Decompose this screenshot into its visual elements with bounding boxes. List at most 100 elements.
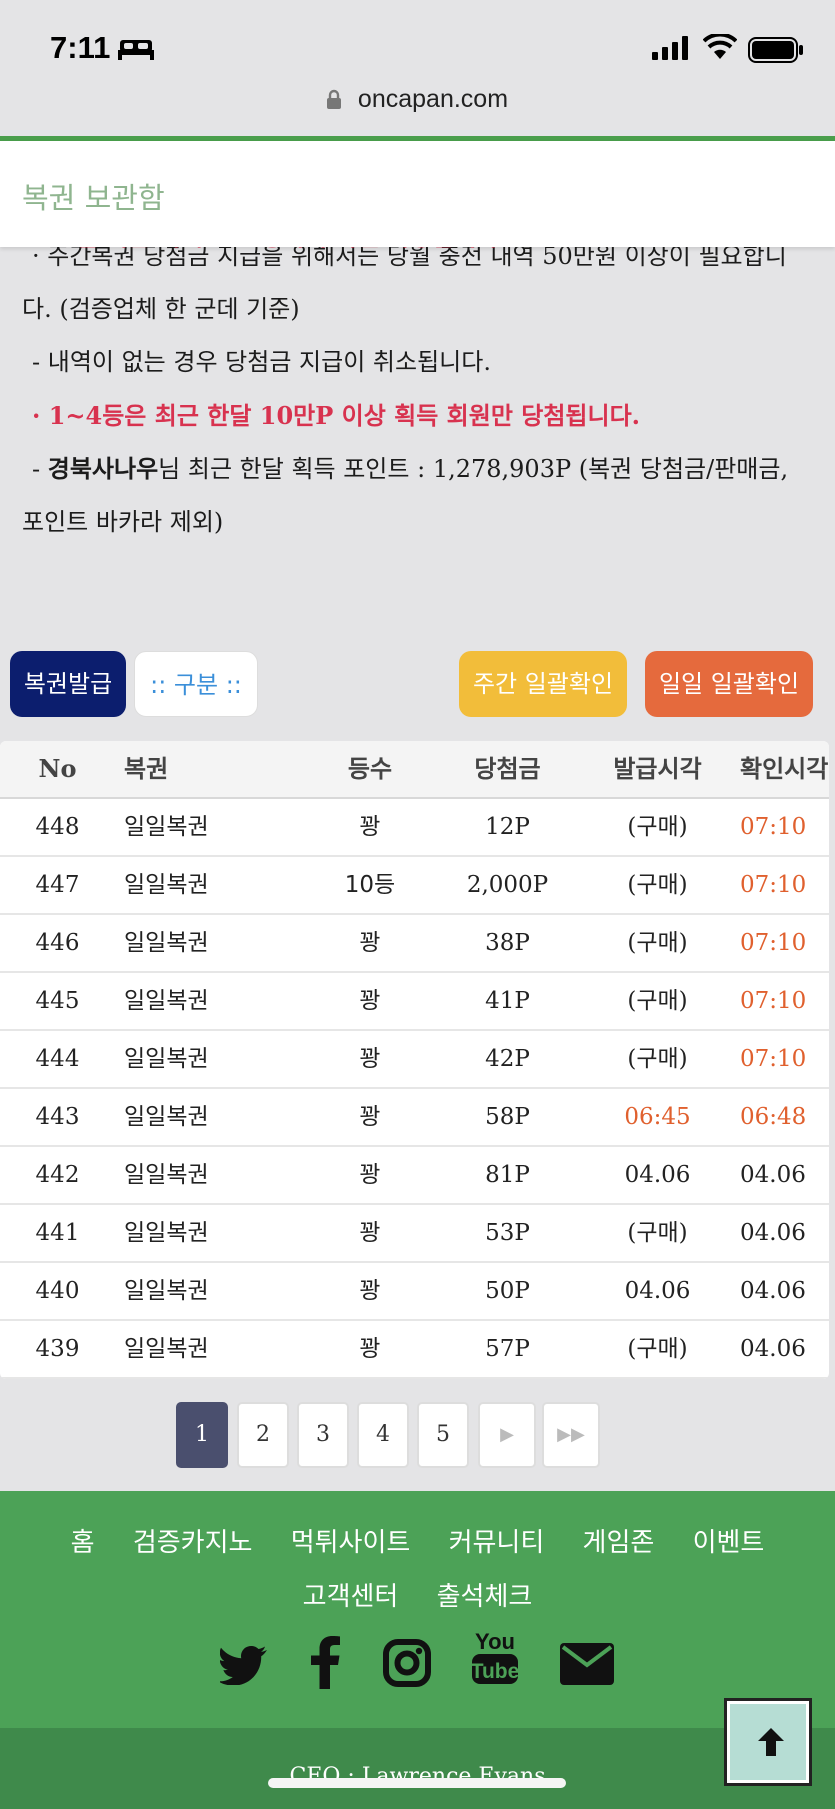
table-row[interactable]: 439 일일복권 꽝 57P (구매) 04.06 <box>0 1321 829 1379</box>
table-row[interactable]: 446 일일복권 꽝 38P (구매) 07:10 <box>0 915 829 973</box>
facebook-icon[interactable] <box>310 1635 340 1689</box>
page-2[interactable]: 2 <box>237 1402 289 1468</box>
signal-icon <box>652 36 688 60</box>
cell-checked: 04.06 <box>740 1162 806 1188</box>
cell-issued: (구매) <box>627 872 688 898</box>
scroll-to-top-button[interactable] <box>724 1698 812 1786</box>
cell-prize: 57P <box>485 1336 530 1362</box>
url-domain: oncapan.com <box>357 84 509 113</box>
cell-rank: 꽝 <box>359 1104 381 1130</box>
table-row[interactable]: 440 일일복권 꽝 50P 04.06 04.06 <box>0 1263 829 1321</box>
footer-link-community[interactable]: 커뮤니티 <box>449 1528 545 1558</box>
cell-issued: 04.06 <box>624 1162 691 1188</box>
cell-name: 일일복권 <box>124 1162 209 1188</box>
table-row[interactable]: 443 일일복권 꽝 58P 06:45 06:48 <box>0 1089 829 1147</box>
cell-name: 일일복권 <box>124 930 209 956</box>
page-3[interactable]: 3 <box>297 1402 349 1468</box>
cell-issued: (구매) <box>627 1220 688 1246</box>
cell-issued: (구매) <box>627 988 688 1014</box>
lottery-table: No 복권 등수 당첨금 발급시각 확인시각 448 일일복권 꽝 12P (구매) 07… <box>0 741 829 1379</box>
status-bar: 7:11 <box>0 0 835 90</box>
page-title: 복권 보관함 <box>22 181 165 215</box>
arrow-up-icon <box>758 1728 784 1756</box>
page-1[interactable]: 1 <box>176 1402 228 1468</box>
col-issued: 발급시각 <box>613 755 702 783</box>
category-select[interactable]: :: 구분 :: <box>134 651 258 717</box>
points-text: 님 최근 한달 획득 포인트 : 1,278,903P (복권 당첨금/판매금, <box>158 455 789 483</box>
notice-text: · 1일 기준 최대 100장까지 확인 가능합니다. · 주간복권 당첨금 지… <box>22 222 822 549</box>
cell-no: 448 <box>35 814 80 840</box>
col-name: 복권 <box>124 755 169 783</box>
cell-issued: (구매) <box>627 1336 688 1362</box>
cell-name: 일일복권 <box>124 1104 209 1130</box>
last-page-button[interactable]: ▶▶ <box>542 1402 600 1468</box>
svg-text:You: You <box>475 1629 515 1654</box>
table-row[interactable]: 445 일일복권 꽝 41P (구매) 07:10 <box>0 973 829 1031</box>
notice-line: 포인트 바카라 제외) <box>22 508 224 536</box>
cell-rank: 꽝 <box>359 814 381 840</box>
cell-issued: 04.06 <box>624 1278 691 1304</box>
bed-icon <box>118 40 154 60</box>
cell-rank: 꽝 <box>359 1220 381 1246</box>
cell-prize: 42P <box>485 1046 530 1072</box>
youtube-icon[interactable]: You Tube <box>472 1627 518 1687</box>
cell-issued: (구매) <box>627 930 688 956</box>
footer-link-events[interactable]: 이벤트 <box>693 1528 765 1558</box>
cell-prize: 81P <box>485 1162 530 1188</box>
footer-link-home[interactable]: 홈 <box>71 1528 95 1558</box>
cell-rank: 꽝 <box>359 1278 381 1304</box>
twitter-icon[interactable] <box>220 1645 268 1685</box>
table-row[interactable]: 444 일일복권 꽝 42P (구매) 07:10 <box>0 1031 829 1089</box>
cell-no: 440 <box>35 1278 80 1304</box>
username: 경북사나우 <box>47 454 159 483</box>
cell-rank: 10등 <box>344 872 396 898</box>
weekly-check-all-button[interactable]: 주간 일괄확인 <box>459 651 627 717</box>
lock-icon <box>326 90 341 110</box>
footer-link-game-zone[interactable]: 게임존 <box>583 1528 655 1558</box>
cell-checked: 07:10 <box>740 872 807 898</box>
footer-link-scam-sites[interactable]: 먹튀사이트 <box>291 1528 411 1558</box>
footer-bottom: CEO : Lawrence Evans <box>0 1728 835 1809</box>
cell-no: 446 <box>35 930 80 956</box>
cell-checked: 07:10 <box>740 930 807 956</box>
cell-rank: 꽝 <box>359 1336 381 1362</box>
cell-name: 일일복권 <box>124 1278 209 1304</box>
table-row[interactable]: 448 일일복권 꽝 12P (구매) 07:10 <box>0 799 829 857</box>
cell-prize: 53P <box>485 1220 530 1246</box>
table-row[interactable]: 441 일일복권 꽝 53P (구매) 04.06 <box>0 1205 829 1263</box>
mail-icon[interactable] <box>560 1643 614 1685</box>
notice-points-line: - 경북사나우님 최근 한달 획득 포인트 : 1,278,903P (복권 당… <box>32 454 789 483</box>
table-row[interactable]: 442 일일복권 꽝 81P 04.06 04.06 <box>0 1147 829 1205</box>
cell-checked: 07:10 <box>740 814 807 840</box>
footer-nav: 홈 검증카지노 먹튀사이트 커뮤니티 게임존 이벤트 고객센터 출석체크 <box>0 1516 835 1624</box>
cell-rank: 꽝 <box>359 1046 381 1072</box>
cell-issued: (구매) <box>627 814 688 840</box>
home-indicator[interactable] <box>268 1778 566 1788</box>
battery-icon <box>748 37 803 63</box>
cell-no: 439 <box>35 1336 80 1362</box>
cell-prize: 38P <box>485 930 530 956</box>
cell-checked: 04.06 <box>740 1220 806 1246</box>
cell-prize: 12P <box>485 814 530 840</box>
col-checked: 확인시각 <box>740 755 829 783</box>
cell-issued: (구매) <box>627 1046 688 1072</box>
cell-no: 443 <box>35 1104 80 1130</box>
cell-name: 일일복권 <box>124 1046 209 1072</box>
next-page-button[interactable]: ▶ <box>478 1402 536 1468</box>
page-4[interactable]: 4 <box>357 1402 409 1468</box>
cell-prize: 41P <box>485 988 530 1014</box>
footer-link-attendance[interactable]: 출석체크 <box>437 1582 533 1612</box>
cell-checked: 04.06 <box>740 1278 806 1304</box>
page-5[interactable]: 5 <box>417 1402 469 1468</box>
table-header: No 복권 등수 당첨금 발급시각 확인시각 <box>0 741 829 799</box>
issue-lottery-button[interactable]: 복권발급 <box>10 651 126 717</box>
daily-check-all-button[interactable]: 일일 일괄확인 <box>645 651 813 717</box>
footer-link-casino[interactable]: 검증카지노 <box>133 1528 253 1558</box>
footer-link-support[interactable]: 고객센터 <box>303 1582 399 1612</box>
address-bar[interactable]: oncapan.com <box>0 84 835 136</box>
table-row[interactable]: 447 일일복권 10등 2,000P (구매) 07:10 <box>0 857 829 915</box>
notice-line-red: · 1~4등은 최근 한달 10만P 이상 획득 회원만 당첨됩니다. <box>32 401 641 430</box>
notice-line: 다. (검증업체 한 군데 기준) <box>22 295 300 323</box>
instagram-icon[interactable] <box>383 1639 431 1687</box>
cell-prize: 2,000P <box>466 872 549 898</box>
